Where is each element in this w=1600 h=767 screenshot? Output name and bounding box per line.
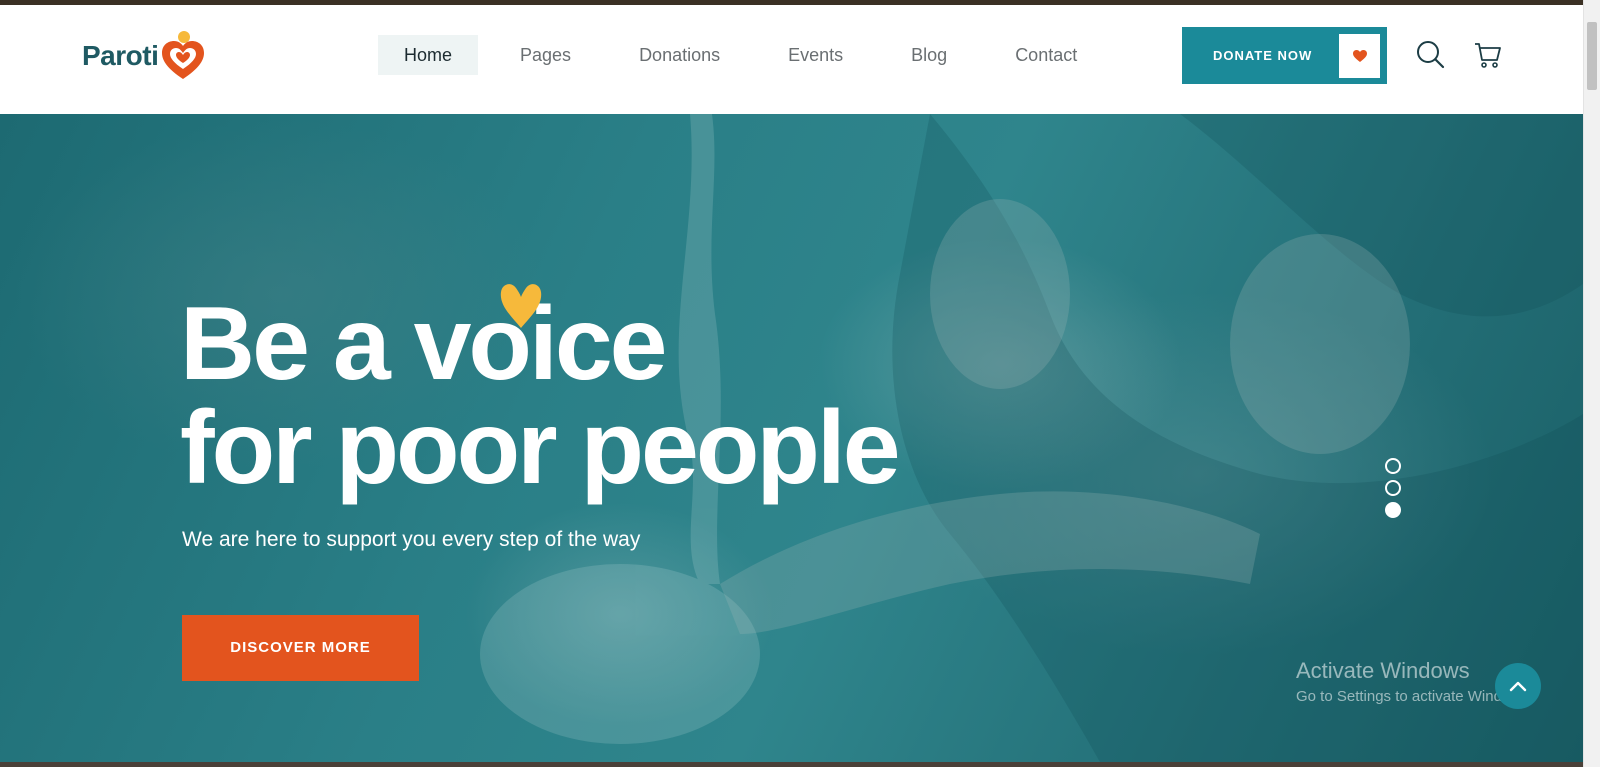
logo-text: Paroti xyxy=(82,40,159,71)
page-scrollbar[interactable] xyxy=(1583,0,1600,767)
search-button[interactable] xyxy=(1415,39,1447,71)
cart-button[interactable] xyxy=(1472,39,1504,71)
slider-dot-1[interactable] xyxy=(1385,458,1401,474)
search-icon xyxy=(1417,41,1445,69)
nav-item-blog[interactable]: Blog xyxy=(885,35,973,75)
nav-item-events[interactable]: Events xyxy=(762,35,869,75)
slider-dot-2[interactable] xyxy=(1385,480,1401,496)
nav-item-donations[interactable]: Donations xyxy=(613,35,746,75)
bottom-edge-strip xyxy=(0,762,1583,767)
nav-item-contact[interactable]: Contact xyxy=(989,35,1103,75)
site-header: Paroti Home Pages Donations Events Blog … xyxy=(0,5,1583,114)
main-nav: Home Pages Donations Events Blog Contact xyxy=(378,35,1119,75)
nav-item-home[interactable]: Home xyxy=(378,35,479,75)
hero-slider: Be a voice for poor people We are here t… xyxy=(0,114,1583,762)
donate-now-button[interactable]: DONATE NOW xyxy=(1182,27,1387,84)
discover-more-button[interactable]: DISCOVER MORE xyxy=(182,615,419,681)
nav-item-pages[interactable]: Pages xyxy=(494,35,597,75)
slider-dot-3[interactable] xyxy=(1385,502,1401,518)
heart-logo-icon xyxy=(162,31,205,79)
hero-heart-icon xyxy=(500,284,542,328)
donate-heart-box xyxy=(1339,33,1380,78)
hero-title-line2: for poor people xyxy=(180,390,901,506)
chevron-up-icon xyxy=(1509,681,1527,692)
heart-icon xyxy=(1352,49,1367,62)
scrollbar-thumb[interactable] xyxy=(1587,22,1597,90)
site-logo[interactable]: Paroti xyxy=(82,29,206,83)
slider-dots xyxy=(1385,458,1401,524)
cart-icon xyxy=(1475,43,1501,68)
donate-now-label: DONATE NOW xyxy=(1213,48,1313,63)
scroll-to-top-button[interactable] xyxy=(1495,663,1541,709)
hero-subtitle: We are here to support you every step of… xyxy=(182,528,641,551)
